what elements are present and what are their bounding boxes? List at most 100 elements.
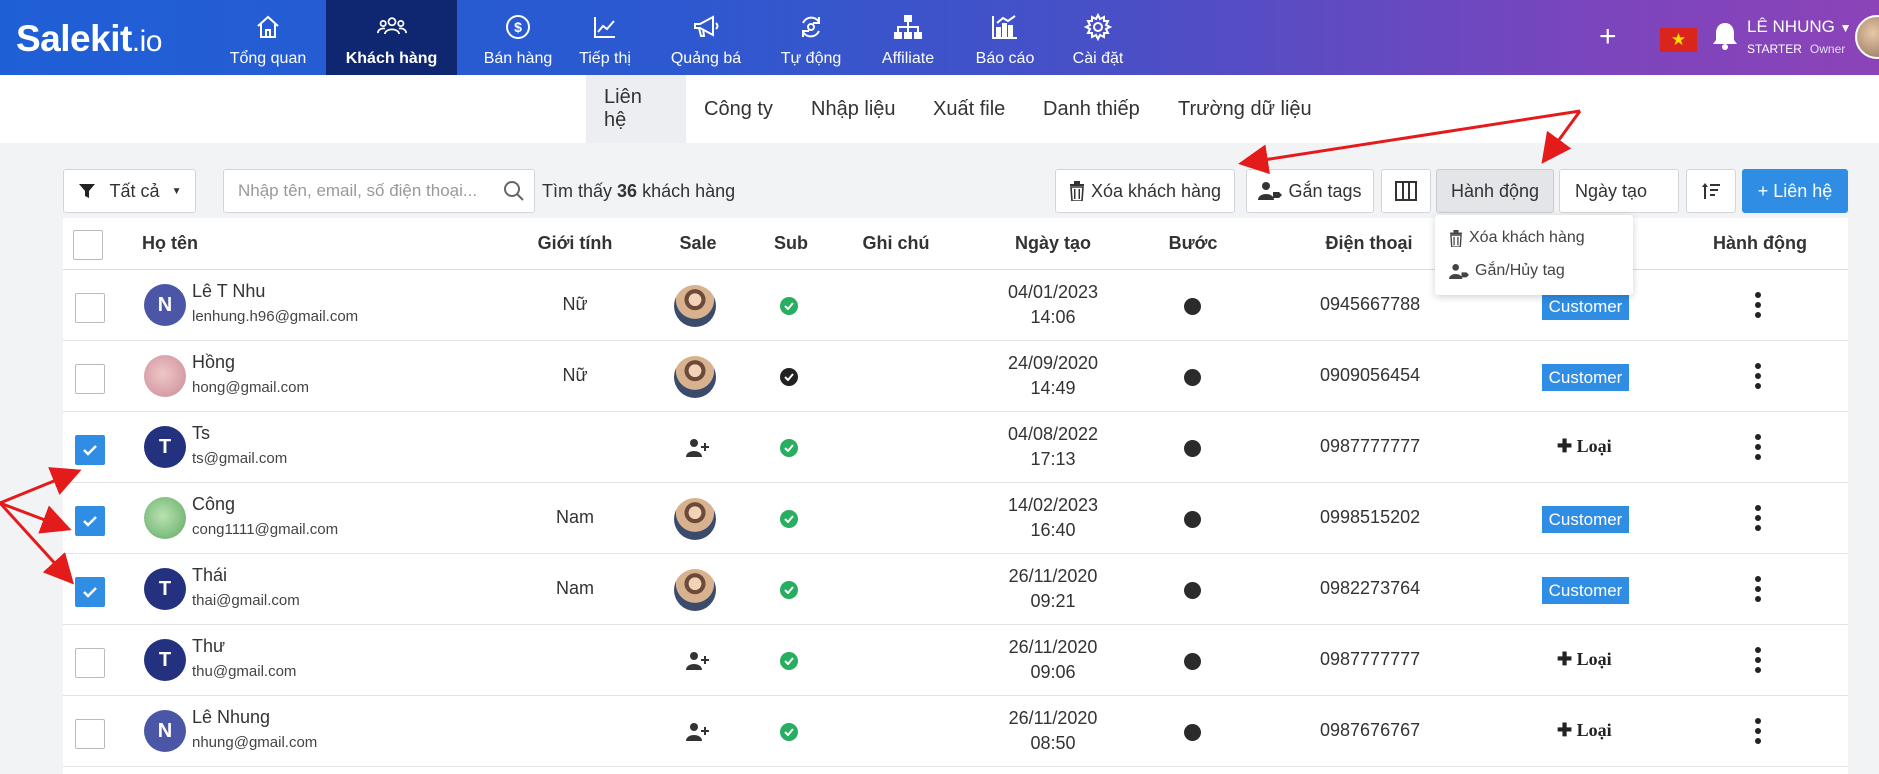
tab-lien-he[interactable]: Liên hệ xyxy=(586,75,686,143)
table-row[interactable]: Hồng hong@gmail.com Nữ 24/09/2020 14:49 0… xyxy=(63,341,1848,412)
customer-name[interactable]: Thái xyxy=(192,565,227,586)
search-input[interactable] xyxy=(238,181,503,201)
language-flag-icon[interactable]: ★ xyxy=(1660,28,1697,52)
nav-item-tu-dong[interactable]: Tự động xyxy=(765,0,857,75)
customer-email: thu@gmail.com xyxy=(192,663,297,680)
sale-avatar[interactable] xyxy=(674,569,716,611)
table-row[interactable]: Công cong1111@gmail.com Nam 14/02/2023 16… xyxy=(63,483,1848,554)
row-checkbox[interactable] xyxy=(75,577,105,607)
tab-cong-ty[interactable]: Công ty xyxy=(686,75,791,143)
customer-name[interactable]: Lê T Nhu xyxy=(192,281,265,302)
header-phone[interactable]: Điện thoại xyxy=(1325,233,1412,254)
header-action[interactable]: Hành động xyxy=(1713,233,1807,254)
kebab-menu-icon[interactable] xyxy=(1755,647,1761,673)
table-row[interactable]: T Thư thu@gmail.com 26/11/2020 09:06 0987… xyxy=(63,625,1848,696)
menu-item-delete[interactable]: Xóa khách hàng xyxy=(1449,229,1585,247)
assign-sale-icon[interactable] xyxy=(686,722,710,747)
tab-nhap-lieu[interactable]: Nhập liệu xyxy=(793,75,914,143)
nav-item-quang-ba[interactable]: Quảng bá xyxy=(660,0,752,75)
chevron-down-icon: ▼ xyxy=(1839,21,1852,35)
add-type-button[interactable]: ✚ Loại xyxy=(1557,720,1612,741)
customer-type-badge[interactable]: Customer xyxy=(1542,506,1629,533)
user-tag-icon xyxy=(1449,263,1469,280)
header-created[interactable]: Ngày tạo xyxy=(1015,233,1091,254)
tab-xuat-file[interactable]: Xuất file xyxy=(915,75,1023,143)
date-text: 24/09/2020 xyxy=(1007,353,1099,373)
header-note[interactable]: Ghi chú xyxy=(863,233,930,254)
nav-item-tong-quan[interactable]: Tổng quan xyxy=(218,0,318,75)
header-name[interactable]: Họ tên xyxy=(142,233,198,254)
customer-name[interactable]: Công xyxy=(192,494,235,515)
bell-icon[interactable] xyxy=(1711,20,1739,57)
kebab-menu-icon[interactable] xyxy=(1755,292,1761,318)
salekit-logo[interactable]: Salekit.io xyxy=(16,18,162,60)
table-row[interactable]: T Thái thai@gmail.com Nam 26/11/2020 09:2… xyxy=(63,554,1848,625)
sub-check-icon xyxy=(780,297,798,315)
type-label: Loại xyxy=(1576,649,1612,669)
plus-icon: ✚ xyxy=(1557,720,1573,740)
nav-item-affiliate[interactable]: Affiliate xyxy=(868,0,948,75)
customer-name[interactable]: Thư xyxy=(192,636,225,657)
assign-tags-button[interactable]: Gắn tags xyxy=(1246,169,1374,213)
table-row[interactable]: T Ts ts@gmail.com 04/08/2022 17:13 098777… xyxy=(63,412,1848,483)
nav-item-ban-hang[interactable]: $ Bán hàng xyxy=(468,0,568,75)
row-checkbox[interactable] xyxy=(75,648,105,678)
sub-check-icon xyxy=(780,510,798,528)
sort-order-button[interactable] xyxy=(1686,169,1736,213)
sale-avatar[interactable] xyxy=(674,356,716,398)
add-type-button[interactable]: ✚ Loại xyxy=(1557,436,1612,457)
header-sub[interactable]: Sub xyxy=(774,233,808,254)
row-checkbox[interactable] xyxy=(75,435,105,465)
kebab-menu-icon[interactable] xyxy=(1755,505,1761,531)
action-dropdown-button[interactable]: Hành động xyxy=(1436,169,1554,213)
row-checkbox[interactable] xyxy=(75,506,105,536)
header-sale[interactable]: Sale xyxy=(679,233,716,254)
search-icon[interactable] xyxy=(503,180,525,202)
customer-type-badge[interactable]: Customer xyxy=(1542,577,1629,604)
sale-avatar[interactable] xyxy=(674,285,716,327)
user-avatar[interactable] xyxy=(1855,15,1879,59)
kebab-menu-icon[interactable] xyxy=(1755,718,1761,744)
customer-email: cong1111@gmail.com xyxy=(192,521,339,538)
delete-customers-button[interactable]: Xóa khách hàng xyxy=(1055,169,1235,213)
customer-name[interactable]: Ts xyxy=(192,423,210,444)
quick-add-button[interactable]: + xyxy=(1599,22,1617,52)
tab-truong-du-lieu[interactable]: Trường dữ liệu xyxy=(1160,75,1330,143)
nav-item-tiep-thi[interactable]: Tiếp thị xyxy=(565,0,645,75)
customer-type-badge[interactable]: Customer xyxy=(1542,293,1629,320)
user-name[interactable]: LÊ NHUNG ▼ xyxy=(1747,17,1851,37)
megaphone-icon xyxy=(691,12,721,42)
time-text: 08:50 xyxy=(1030,733,1076,753)
sale-avatar[interactable] xyxy=(674,498,716,540)
nav-item-khach-hang[interactable]: Khách hàng xyxy=(326,0,457,75)
customer-name[interactable]: Lê Nhung xyxy=(192,707,270,728)
nav-item-cai-dat[interactable]: Cài đặt xyxy=(1058,0,1138,75)
date-text: 26/11/2020 xyxy=(1008,637,1098,657)
row-checkbox[interactable] xyxy=(75,719,105,749)
header-step[interactable]: Bước xyxy=(1169,233,1218,254)
row-checkbox[interactable] xyxy=(75,364,105,394)
kebab-menu-icon[interactable] xyxy=(1755,363,1761,389)
header-gender[interactable]: Giới tính xyxy=(538,233,613,254)
search-box[interactable] xyxy=(223,169,535,213)
assign-sale-icon[interactable] xyxy=(686,438,710,463)
row-checkbox[interactable] xyxy=(75,293,105,323)
avatar: N xyxy=(144,284,186,326)
columns-toggle-button[interactable] xyxy=(1381,169,1431,213)
date-sort-select[interactable]: Ngày tạo xyxy=(1559,169,1679,213)
add-type-button[interactable]: ✚ Loại xyxy=(1557,649,1612,670)
kebab-menu-icon[interactable] xyxy=(1755,576,1761,602)
add-contact-button[interactable]: + Liên hệ xyxy=(1742,169,1848,213)
customer-name[interactable]: Hồng xyxy=(192,352,235,373)
customer-type-badge[interactable]: Customer xyxy=(1542,364,1629,391)
menu-item-tag[interactable]: Gắn/Hủy tag xyxy=(1449,262,1565,280)
phone: 0987676767 xyxy=(1320,720,1421,740)
select-all-checkbox[interactable] xyxy=(73,230,103,260)
nav-label: Cài đặt xyxy=(1072,50,1124,67)
kebab-menu-icon[interactable] xyxy=(1755,434,1761,460)
assign-sale-icon[interactable] xyxy=(686,651,710,676)
table-row[interactable]: N Lê Nhung nhung@gmail.com 26/11/2020 08:… xyxy=(63,696,1848,767)
filter-dropdown[interactable]: Tất cả ▼ xyxy=(63,169,196,213)
tab-danh-thiep[interactable]: Danh thiếp xyxy=(1025,75,1158,143)
nav-item-bao-cao[interactable]: Báo cáo xyxy=(965,0,1045,75)
